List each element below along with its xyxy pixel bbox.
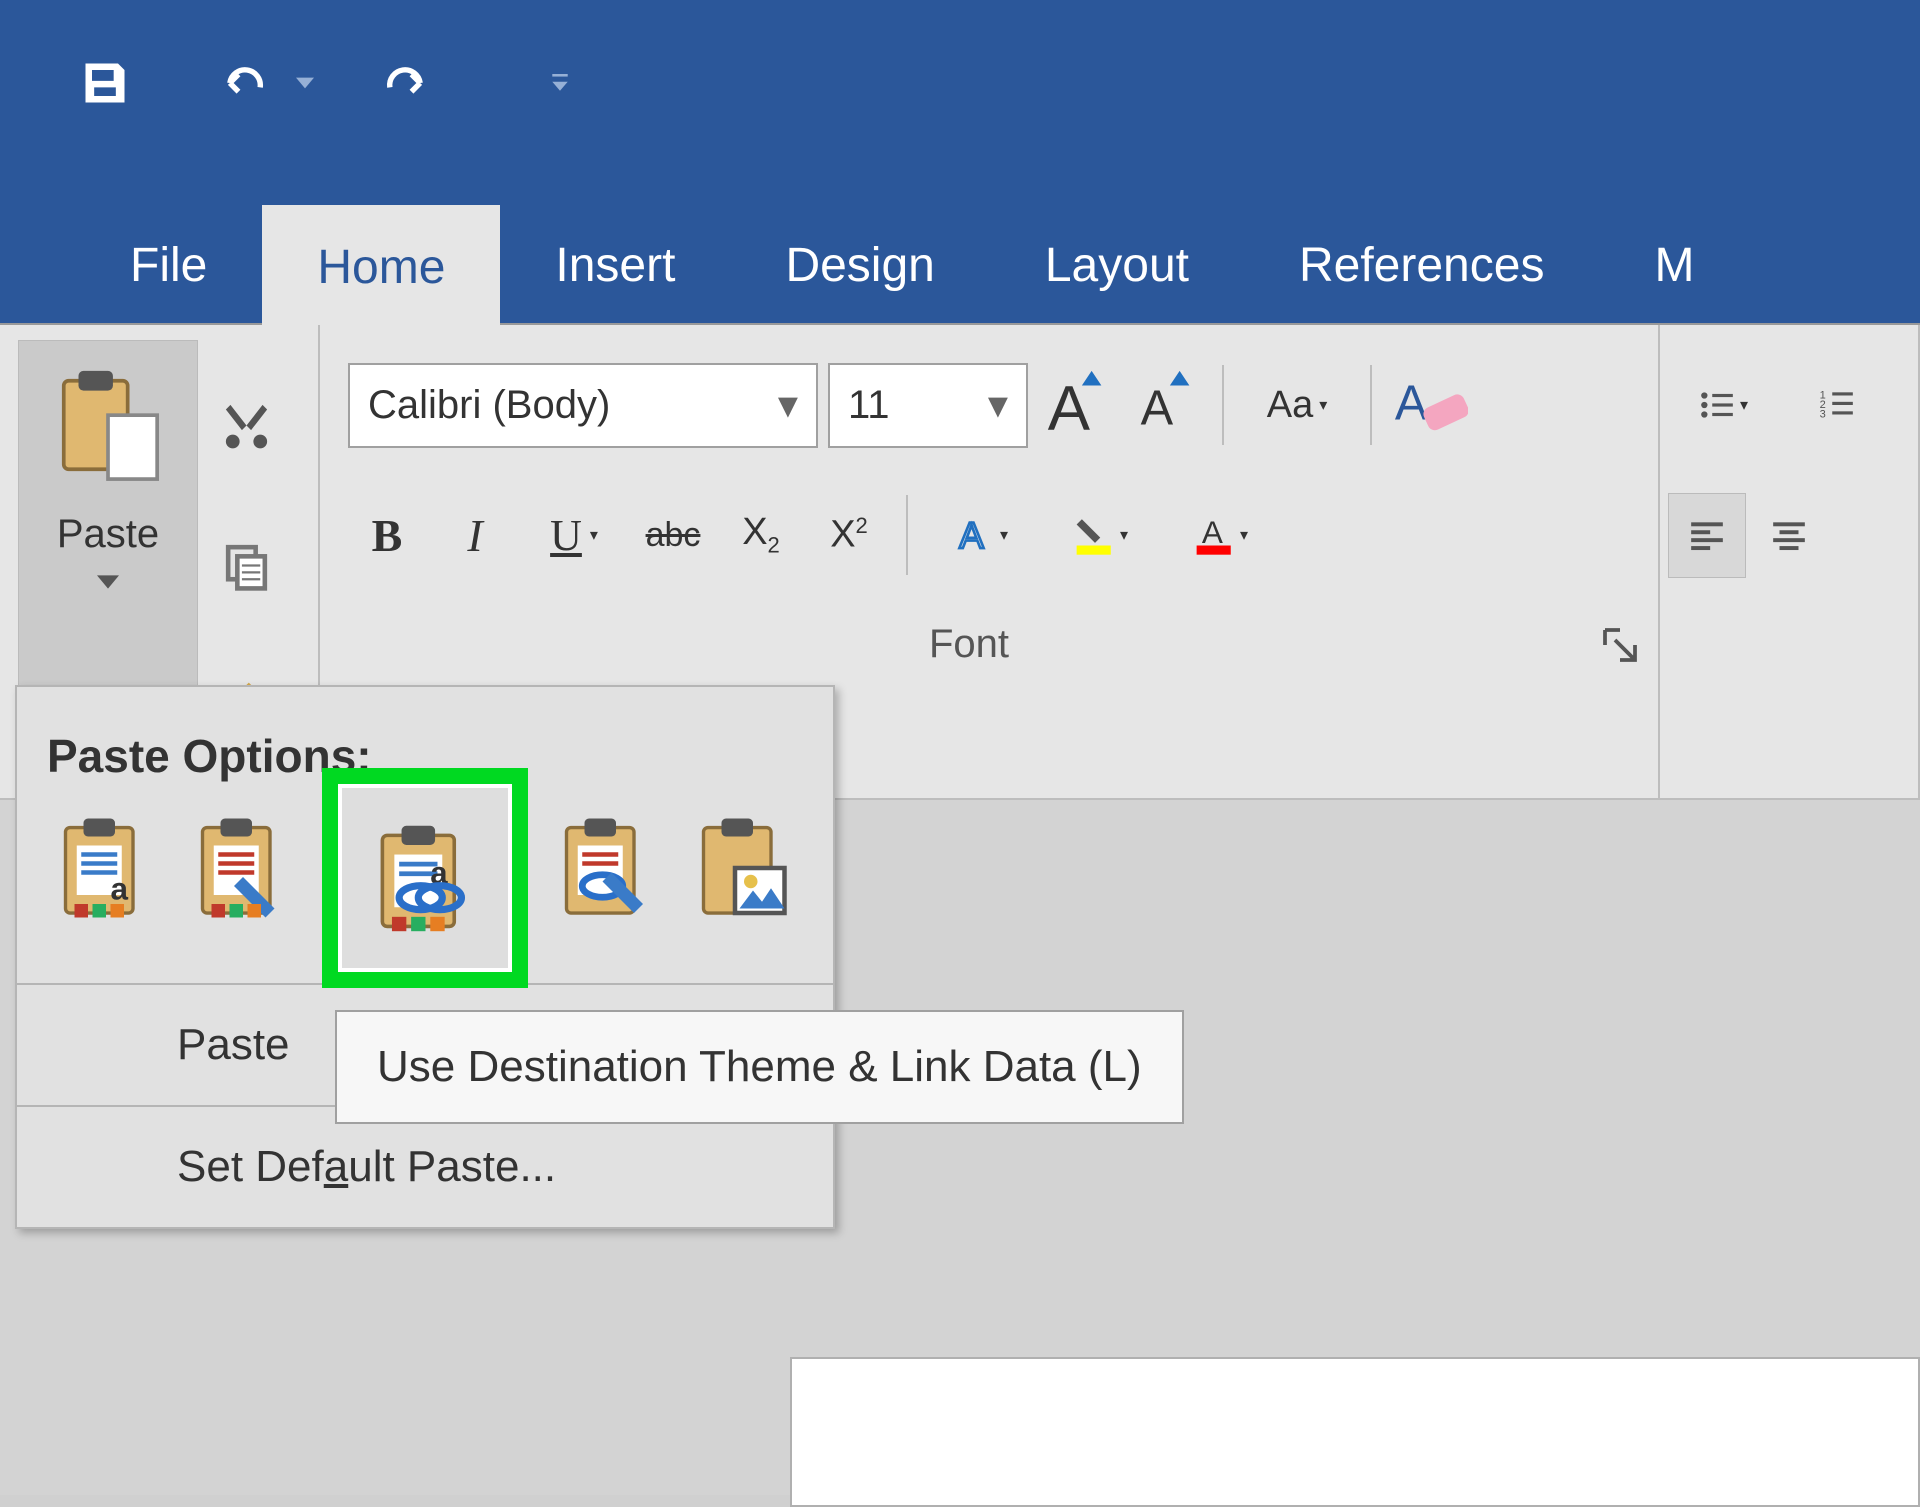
save-button[interactable] [60, 38, 150, 128]
bullets-icon [1698, 386, 1736, 424]
separator [1222, 365, 1224, 445]
undo-icon [219, 57, 271, 109]
shrink-font-icon: A [1126, 366, 1204, 444]
superscript-icon: X2 [830, 513, 868, 557]
svg-text:a: a [110, 871, 128, 907]
page[interactable] [790, 1357, 1920, 1507]
paste-picture[interactable] [686, 803, 803, 933]
tab-file[interactable]: File [75, 203, 262, 323]
grow-font-button[interactable]: A [1038, 363, 1116, 448]
clipboard-link-source-icon [553, 814, 661, 922]
paste-button-label: Paste [57, 512, 159, 557]
bold-button[interactable]: B [348, 493, 426, 578]
clipboard-picture-icon [690, 814, 798, 922]
chevron-down-icon: ▾ [778, 382, 798, 428]
paste-link-keep-source[interactable] [548, 803, 665, 933]
tab-home[interactable]: Home [262, 205, 500, 325]
highlight-icon [1074, 514, 1116, 556]
bold-icon: B [372, 509, 403, 562]
paste-icon [49, 366, 167, 484]
paste-keep-source-formatting[interactable]: a [47, 803, 164, 933]
numbering-icon: 123 [1818, 386, 1856, 424]
underline-icon: U [550, 510, 582, 561]
redo-icon [379, 57, 431, 109]
tab-references[interactable]: References [1244, 203, 1599, 323]
align-left-icon [1688, 516, 1726, 554]
font-dialog-launcher[interactable] [1600, 625, 1640, 665]
italic-button[interactable]: I [436, 493, 514, 578]
align-center-icon [1770, 516, 1808, 554]
save-icon [79, 57, 131, 109]
undo-button[interactable] [200, 38, 290, 128]
paste-options-popup: Paste Options: a [15, 685, 835, 1229]
tab-design[interactable]: Design [730, 203, 989, 323]
text-effects-icon: A [954, 514, 996, 556]
paste-options-row: a a [17, 803, 833, 985]
italic-icon: I [467, 509, 482, 562]
separator [1370, 365, 1372, 445]
bullets-button[interactable]: ▾ [1668, 363, 1778, 448]
align-left-button[interactable] [1668, 493, 1746, 578]
set-default-paste-menuitem[interactable]: Set Default Paste... [17, 1107, 833, 1227]
chevron-down-icon [97, 575, 119, 589]
svg-text:3: 3 [1820, 409, 1826, 421]
superscript-button[interactable]: X2 [810, 493, 888, 578]
change-case-icon: Aa [1267, 384, 1313, 427]
redo-button[interactable] [360, 38, 450, 128]
font-color-button[interactable]: A ▾ [1166, 493, 1276, 578]
clipboard-keep-source-icon: a [52, 814, 160, 922]
highlight-button[interactable]: ▾ [1046, 493, 1156, 578]
copy-icon [219, 538, 274, 593]
strikethrough-button[interactable]: abc [634, 493, 712, 578]
separator [906, 495, 908, 575]
font-name-combo[interactable]: Calibri (Body) ▾ [348, 363, 818, 448]
tab-insert[interactable]: Insert [500, 203, 730, 323]
svg-text:A: A [1202, 514, 1223, 550]
eraser-icon: A [1390, 366, 1468, 444]
customize-icon [551, 74, 569, 92]
dialog-launcher-icon [1600, 625, 1640, 665]
chevron-down-icon: ▾ [988, 382, 1008, 428]
font-name-value: Calibri (Body) [368, 383, 610, 428]
cut-button[interactable] [206, 378, 286, 473]
paste-use-destination-styles[interactable] [184, 803, 301, 933]
svg-text:A: A [959, 515, 984, 556]
svg-text:A: A [1395, 377, 1428, 431]
copy-button[interactable] [206, 518, 286, 613]
clipboard-link-dest-icon: a [368, 821, 483, 936]
align-center-button[interactable] [1750, 493, 1828, 578]
customize-qat-button[interactable] [540, 74, 580, 92]
numbering-button[interactable]: 123 [1782, 363, 1892, 448]
tab-more[interactable]: M [1599, 203, 1749, 323]
undo-dropdown[interactable] [290, 74, 320, 92]
text-effects-button[interactable]: A ▾ [926, 493, 1036, 578]
quick-access-toolbar [0, 0, 1920, 165]
strikethrough-icon: abc [646, 516, 701, 555]
ribbon-tab-bar: File Home Insert Design Layout Reference… [0, 165, 1920, 325]
underline-button[interactable]: U▾ [524, 493, 624, 578]
shrink-font-button[interactable]: A [1126, 363, 1204, 448]
font-color-icon: A [1194, 514, 1236, 556]
change-case-button[interactable]: Aa ▾ [1242, 363, 1352, 448]
scissors-icon [219, 398, 274, 453]
paragraph-group: ▾ 123 [1660, 325, 1920, 798]
paste-link-destination-theme[interactable]: a [322, 768, 528, 988]
font-size-combo[interactable]: 11 ▾ [828, 363, 1028, 448]
font-size-value: 11 [848, 383, 890, 428]
paste-option-tooltip: Use Destination Theme & Link Data (L) [335, 1010, 1184, 1124]
tab-layout[interactable]: Layout [990, 203, 1244, 323]
subscript-button[interactable]: X2 [722, 493, 800, 578]
svg-text:A: A [1141, 382, 1174, 436]
subscript-icon: X2 [742, 511, 780, 559]
font-group-label: Font [338, 622, 1600, 667]
clear-formatting-button[interactable]: A [1390, 363, 1468, 448]
clipboard-dest-styles-icon [189, 814, 297, 922]
grow-font-icon: A [1038, 366, 1116, 444]
